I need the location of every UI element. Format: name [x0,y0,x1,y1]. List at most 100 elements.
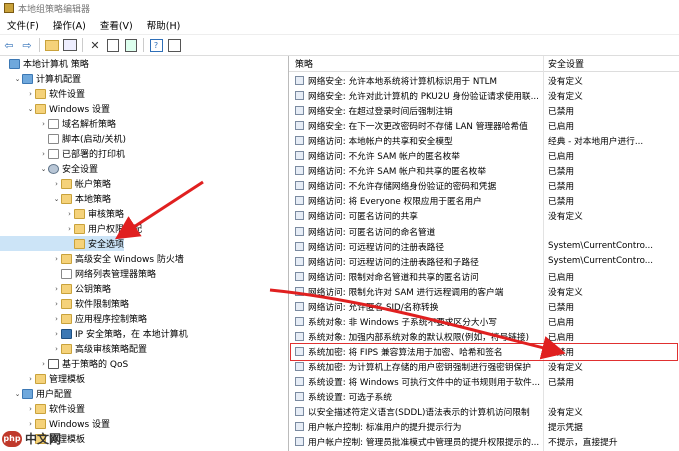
collapse-chevron-icon[interactable]: ⌄ [13,75,22,83]
policy-icon [295,256,304,266]
tree-node[interactable]: ⌄ 安全设置 [0,161,98,176]
menu-view[interactable]: 查看(V) [93,18,140,32]
policy-row[interactable]: 网络安全: 在超过登录时间后强制注销 已禁用 [289,103,679,118]
policy-row[interactable]: 网络安全: 允许本地系统将计算机标识用于 NTLM 没有定义 [289,73,679,88]
properties-icon[interactable] [106,38,120,52]
tree-node[interactable]: › 高级审核策略配置 [0,341,147,356]
watermark-badge: php [2,430,22,447]
collapse-chevron-icon[interactable]: ⌄ [26,105,35,113]
show-hide-tree-icon[interactable] [63,38,77,52]
policy-icon [295,91,304,101]
folder-up-icon[interactable] [45,38,59,52]
tree-node[interactable]: ⌄ 本地策略 [0,191,111,206]
policy-row[interactable]: 网络访问: 可匿名访问的命名管道 [289,224,679,239]
policy-list: 策略 安全设置 网络安全: 允许本地系统将计算机标识用于 NTLM 没有定义 网络安… [289,56,679,451]
column-header-policy[interactable]: 策略 [289,56,543,72]
tree-node[interactable]: › 软件设置 [0,86,85,101]
tree-node[interactable]: 网络列表管理器策略 [0,266,156,281]
policy-row[interactable]: 用户帐户控制: 管理员批准模式中管理员的提升权限提示的... 不提示，直接提升 [289,434,679,449]
expand-chevron-icon[interactable]: › [52,345,61,353]
tree-node[interactable]: › 已部署的打印机 [0,146,125,161]
policy-name: 网络访问: 可匿名访问的共享 [308,212,418,223]
policy-row[interactable]: 网络访问: 不允许 SAM 帐户的匿名枚举 已启用 [289,148,679,163]
tree-node[interactable]: 安全选项 [0,236,125,251]
policy-row[interactable]: 网络安全: 在下一次更改密码时不存储 LAN 管理器哈希值 已启用 [289,118,679,133]
policy-row[interactable]: 网络安全: 允许对此计算机的 PKU2U 身份验证请求使用联... 没有定义 [289,88,679,103]
expand-chevron-icon[interactable]: › [39,360,48,368]
policy-row[interactable]: 系统设置: 可选子系统 [289,389,679,404]
expand-chevron-icon[interactable]: › [39,120,48,128]
policy-row[interactable]: 以安全描述符定义语言(SDDL)语法表示的计算机访问限制 没有定义 [289,404,679,419]
expand-chevron-icon[interactable]: › [26,375,35,383]
policy-setting: 已禁用 [548,167,575,178]
expand-chevron-icon[interactable]: › [52,285,61,293]
policy-row[interactable]: 网络访问: 本地帐户的共享和安全模型 经典 - 对本地用户进行... [289,133,679,148]
expand-chevron-icon[interactable]: › [39,150,48,158]
policy-setting: 已启用 [548,332,575,343]
tree-node[interactable]: › 帐户策略 [0,176,111,191]
policy-row[interactable]: 网络访问: 限制允许对 SAM 进行远程调用的客户端 没有定义 [289,284,679,299]
policy-row[interactable]: 网络访问: 限制对命名管道和共享的匿名访问 已启用 [289,269,679,284]
tree-node[interactable]: ⌄ Windows 设置 [0,101,110,116]
tree-node[interactable]: › IP 安全策略，在 本地计算机 [0,326,188,341]
policy-icon [295,76,304,85]
expand-chevron-icon[interactable]: › [52,300,61,308]
expand-chevron-icon[interactable]: › [26,90,35,98]
policy-row[interactable]: 网络访问: 可匿名访问的共享 没有定义 [289,208,679,223]
expand-chevron-icon[interactable]: › [65,225,74,233]
expand-chevron-icon[interactable]: › [52,255,61,263]
tree-node[interactable]: › 基于策略的 QoS [0,356,128,371]
collapse-chevron-icon[interactable]: ⌄ [39,165,48,173]
tree-node[interactable]: › 高级安全 Windows 防火墙 [0,251,184,266]
expand-chevron-icon[interactable]: › [52,315,61,323]
tree-node[interactable]: 本地计算机 策略 [0,56,89,71]
help-icon[interactable]: ? [149,38,163,52]
expand-chevron-icon[interactable]: › [52,330,61,338]
collapse-chevron-icon[interactable]: ⌄ [52,195,61,203]
expand-chevron-icon[interactable]: › [26,405,35,413]
tree-node[interactable]: › 用户权限分配 [0,221,142,236]
policy-row[interactable]: 系统设置: 将 Windows 可执行文件中的证书规则用于软件... 已禁用 [289,374,679,389]
column-header-setting[interactable]: 安全设置 [544,56,679,72]
menu-file[interactable]: 文件(F) [0,18,46,32]
tree-node[interactable]: › 审核策略 [0,206,124,221]
tree-node[interactable]: ⌄ 用户配置 [0,386,72,401]
export-icon[interactable] [124,38,138,52]
expand-chevron-icon[interactable]: › [65,210,74,218]
policy-name: 网络访问: 不允许存储网络身份验证的密码和凭据 [308,182,497,193]
view-icon[interactable] [167,38,181,52]
policy-row[interactable]: 系统对象: 非 Windows 子系统不要求区分大小写 已启用 [289,314,679,329]
delete-icon[interactable]: ✕ [88,38,102,52]
back-arrow-icon[interactable]: ⇦ [2,38,16,52]
expand-chevron-icon[interactable]: › [26,420,35,428]
tree-node[interactable]: › 应用程序控制策略 [0,311,147,326]
tree-node[interactable]: 脚本(启动/关机) [0,131,126,146]
tree-node[interactable]: › 域名解析策略 [0,116,116,131]
menu-action[interactable]: 操作(A) [46,18,93,32]
policy-icon [295,166,304,176]
policy-row[interactable]: 网络访问: 不允许存储网络身份验证的密码和凭据 已禁用 [289,178,679,193]
policy-row[interactable]: 网络访问: 可远程访问的注册表路径 System\CurrentContro... [289,239,679,254]
policy-name: 网络访问: 可远程访问的注册表路径 [308,242,445,253]
collapse-chevron-icon[interactable]: ⌄ [13,390,22,398]
policy-row[interactable]: 网络访问: 将 Everyone 权限应用于匿名用户 已禁用 [289,193,679,208]
policy-row[interactable]: 网络访问: 可远程访问的注册表路径和子路径 System\CurrentContr… [289,254,679,269]
policy-row[interactable]: 系统对象: 加强内部系统对象的默认权限(例如，符号链接) 已启用 [289,329,679,344]
tree-node[interactable]: ⌄ 计算机配置 [0,71,81,86]
policy-row[interactable]: 网络访问: 允许匿名 SID/名称转换 已禁用 [289,299,679,314]
policy-row[interactable]: 用户帐户控制: 标准用户的提升提示行为 提示凭据 [289,419,679,434]
folder-icon [35,88,46,99]
tree-node[interactable]: › Windows 设置 [0,416,110,431]
tree-node-label: 软件设置 [49,405,86,415]
expand-chevron-icon[interactable]: › [52,180,61,188]
tree-node[interactable]: › 软件限制策略 [0,296,129,311]
tree-node-label: 软件限制策略 [75,300,130,310]
forward-arrow-icon[interactable]: ⇨ [20,38,34,52]
tree-node[interactable]: › 管理模板 [0,371,85,386]
tree-node[interactable]: › 公钥策略 [0,281,111,296]
menu-help[interactable]: 帮助(H) [140,18,188,32]
policy-setting: 没有定义 [548,362,583,373]
policy-row[interactable]: 系统加密: 为计算机上存储的用户密钥强制进行强密钥保护 没有定义 [289,359,679,374]
tree-node[interactable]: › 软件设置 [0,401,85,416]
policy-row[interactable]: 网络访问: 不允许 SAM 帐户和共享的匿名枚举 已禁用 [289,163,679,178]
